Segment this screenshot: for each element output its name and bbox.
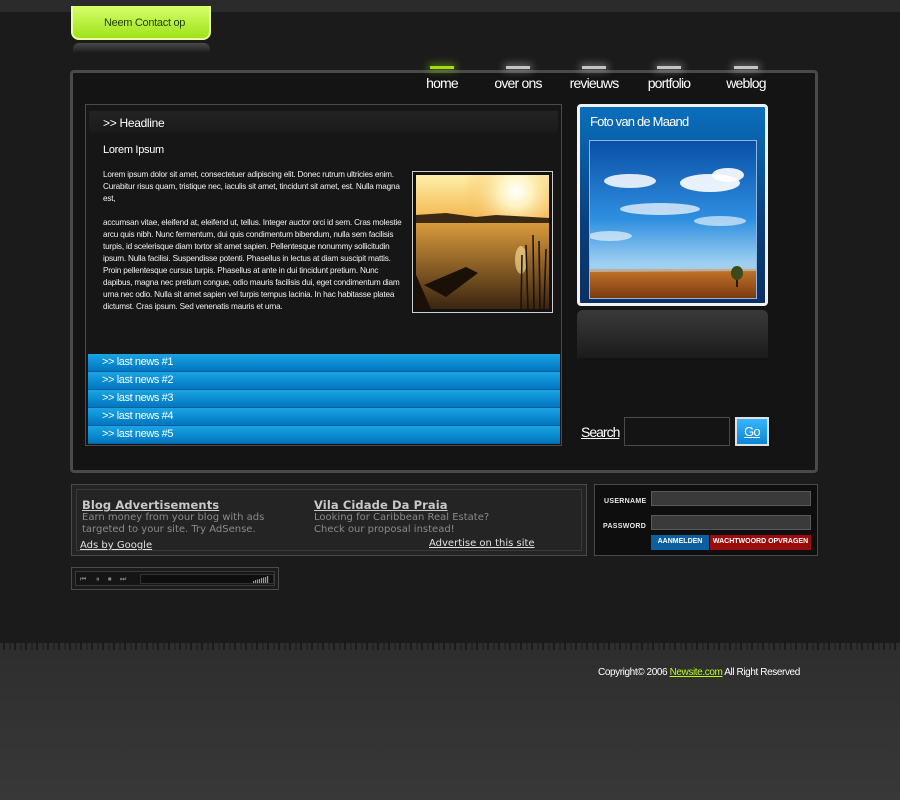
login-button[interactable]: AANMELDEN <box>651 535 709 550</box>
article-body: Lorem ipsum dolor sit amet, consectetuer… <box>103 169 403 313</box>
search-label: Search <box>581 424 620 440</box>
sunset-lake-image <box>416 175 549 310</box>
main-nav: home over ons revieuws portfolio weblog <box>410 66 790 96</box>
nav-label: weblog <box>726 75 766 91</box>
nav-weblog[interactable]: weblog <box>718 66 774 96</box>
search-go-button[interactable]: Go <box>735 417 769 446</box>
forgot-password-button[interactable]: WACHTWOORD OPVRAGEN <box>710 535 811 550</box>
search-input[interactable] <box>624 417 730 446</box>
photo-of-month-box: Foto van de Maand <box>577 104 768 306</box>
photo-box-reflection <box>577 310 768 358</box>
sunset-lake-photo <box>412 171 553 313</box>
player-inner: ⏮ ⏸ ⏹ ⏭ <box>75 571 275 586</box>
contact-tab-label: Neem Contact op <box>104 17 186 29</box>
article-paragraph: accumsan vitae, eleifend at, eleifend ut… <box>103 218 402 311</box>
nav-over-ons[interactable]: over ons <box>490 66 546 96</box>
audio-player: ⏮ ⏸ ⏹ ⏭ <box>71 567 279 590</box>
ad-text: Looking for Caribbean Real Estate? <box>314 512 490 523</box>
article-subheading: Lorem Ipsum <box>103 144 164 156</box>
ad-text: Check our proposal instead! <box>314 524 455 535</box>
advertise-link[interactable]: Advertise on this site <box>429 538 535 549</box>
contact-tab-button[interactable]: Neem Contact op <box>71 6 211 40</box>
ad-title-link[interactable]: Blog Advertisements <box>82 498 219 512</box>
ads-box: Blog Advertisements Earn money from your… <box>71 484 587 556</box>
content-panel: >> Headline Lorem Ipsum Lorem ipsum dolo… <box>85 104 562 446</box>
login-box: USERNAME PASSWORD AANMELDEN WACHTWOORD O… <box>594 484 818 556</box>
ad-title-link[interactable]: Vila Cidade Da Praia <box>314 498 448 512</box>
article-paragraph: Lorem ipsum dolor sit amet, consectetuer… <box>103 170 400 203</box>
copyright-suffix: All Right Reserved <box>722 667 800 678</box>
copyright-text: Copyright© 2006 Newsite.com All Right Re… <box>598 667 820 678</box>
nav-label: over ons <box>494 75 542 91</box>
nav-portfolio[interactable]: portfolio <box>640 66 698 96</box>
nav-label: home <box>426 75 459 91</box>
pause-icon[interactable]: ⏸ <box>96 576 100 583</box>
username-input[interactable] <box>651 491 811 506</box>
news-item-5[interactable]: >> last news #5 <box>88 426 560 444</box>
footer-site-link[interactable]: Newsite.com <box>670 667 723 678</box>
nav-indicator <box>430 66 454 69</box>
previous-icon[interactable]: ⏮ <box>80 576 86 583</box>
photo-of-month-title: Foto van de Maand <box>590 114 689 129</box>
nav-home[interactable]: home <box>416 66 468 96</box>
sky-field-image <box>588 141 756 298</box>
nav-indicator <box>506 66 530 69</box>
ads-inner: Blog Advertisements Earn money from your… <box>76 489 582 551</box>
next-icon[interactable]: ⏭ <box>120 576 126 583</box>
password-label: PASSWORD <box>603 523 647 530</box>
password-input[interactable] <box>651 515 811 530</box>
headline: >> Headline <box>89 111 558 133</box>
ads-by-google-link[interactable]: Ads by Google <box>80 540 152 551</box>
player-progress-track[interactable] <box>140 574 274 584</box>
nav-label: portfolio <box>647 75 691 91</box>
nav-label: revieuws <box>569 75 620 91</box>
stop-icon[interactable]: ⏹ <box>108 576 112 583</box>
copyright-prefix: Copyright© 2006 <box>598 667 670 678</box>
photo-of-month-image[interactable] <box>588 140 757 299</box>
username-label: USERNAME <box>604 498 647 505</box>
ad-text: targeted to your site. Try AdSense. <box>82 524 256 535</box>
nav-revieuws[interactable]: revieuws <box>564 66 624 96</box>
news-item-4[interactable]: >> last news #4 <box>88 408 560 426</box>
news-item-2[interactable]: >> last news #2 <box>88 372 560 390</box>
nav-indicator <box>582 66 606 69</box>
news-item-1[interactable]: >> last news #1 <box>88 354 560 372</box>
nav-indicator <box>657 66 681 69</box>
contact-tab-reflection <box>73 43 210 53</box>
news-list: >> last news #1 >> last news #2 >> last … <box>88 354 560 444</box>
volume-icon[interactable] <box>253 576 269 583</box>
news-item-3[interactable]: >> last news #3 <box>88 390 560 408</box>
nav-indicator <box>734 66 758 69</box>
ad-text: Earn money from your blog with ads <box>82 512 265 523</box>
